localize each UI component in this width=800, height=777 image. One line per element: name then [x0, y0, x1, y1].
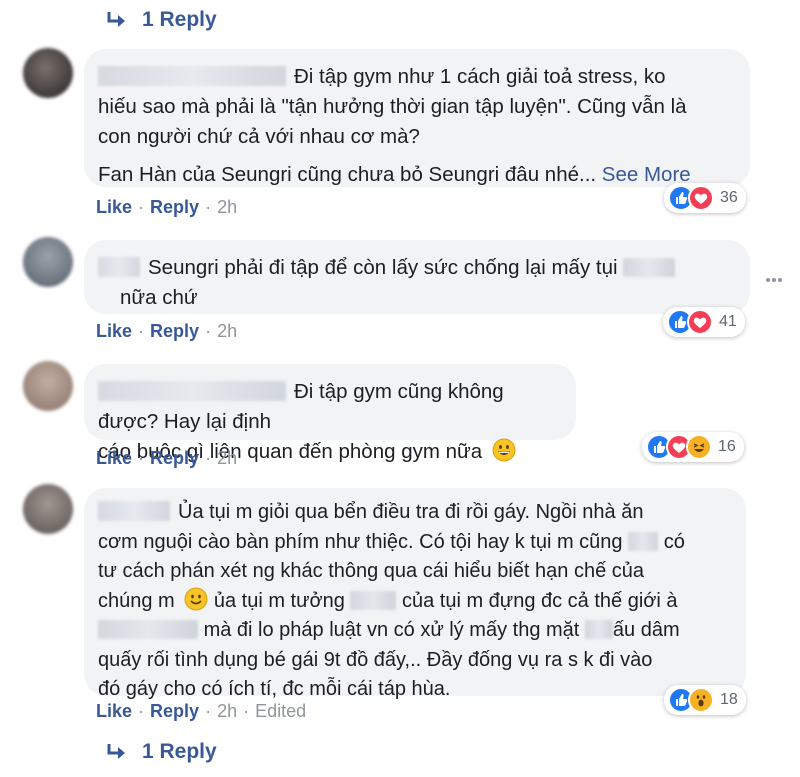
like-button[interactable]: Like [96, 448, 132, 469]
reply-button[interactable]: Reply [150, 321, 199, 342]
timestamp[interactable]: 2h [217, 448, 237, 469]
comment-bubble: Đi tập gym cũng không được? Hay lại định… [84, 364, 576, 463]
commenter-name[interactable] [98, 381, 286, 401]
redacted-text [623, 258, 676, 277]
separator: · [138, 701, 145, 721]
separator: · [205, 197, 212, 217]
comment-actions: Like · Reply · 2h [96, 197, 237, 218]
comment-actions: Like · Reply · 2h [96, 448, 237, 469]
comment-actions: Like · Reply · 2h [96, 321, 237, 342]
separator: · [243, 701, 250, 721]
commenter-name[interactable] [98, 66, 286, 86]
redacted-text [98, 620, 198, 639]
timestamp[interactable]: 2h [217, 321, 237, 342]
reaction-summary[interactable]: 18 [664, 685, 746, 715]
timestamp[interactable]: 2h [217, 197, 237, 218]
separator: · [205, 701, 212, 721]
avatar[interactable] [23, 361, 73, 411]
timestamp[interactable]: 2h [217, 701, 237, 722]
separator: · [138, 321, 145, 341]
love-icon [688, 185, 714, 211]
comment-text-line: có [663, 530, 685, 553]
commenter-name[interactable] [98, 257, 140, 277]
comment-text-line: ấu dâm [612, 619, 680, 641]
love-icon [687, 309, 713, 335]
redacted-text [584, 620, 613, 639]
like-button[interactable]: Like [96, 321, 132, 342]
comment-text-line: quấy rối tình dụng bé gái 9t đồ đấy,.. Đ… [98, 648, 653, 671]
reply-button[interactable]: Reply [150, 701, 199, 722]
wow-icon [688, 687, 714, 713]
comment-text-line: nữa chứ [120, 286, 198, 309]
commenter-name[interactable] [98, 501, 170, 521]
comment-bubble: Seungri phải đi tập để còn lấy sức chống… [84, 240, 750, 314]
separator: · [138, 197, 145, 217]
avatar[interactable] [23, 484, 73, 534]
like-button[interactable]: Like [96, 197, 132, 218]
comment-text-line: chúng m [98, 589, 175, 612]
reaction-count: 41 [719, 313, 737, 330]
comment-text-line: Seungri phải đi tập để còn lấy sức chống… [148, 256, 618, 279]
view-replies-link-bottom[interactable]: 1 Reply [106, 740, 217, 764]
comment-text-line: mà đi lo pháp luật vn có xử lý mấy thg m… [203, 619, 580, 641]
more-options-icon[interactable] [764, 270, 784, 290]
avatar[interactable] [23, 48, 73, 98]
comment-text-line: tư cách phán xét ng khác thông qua cái h… [98, 560, 644, 582]
edited-label[interactable]: Edited [255, 701, 306, 722]
reply-button[interactable]: Reply [150, 448, 199, 469]
comment-text-line: của tụi m đựng đc cả thế giới à [401, 589, 678, 612]
comment-bubble: Đi tập gym như 1 cách giải toả stress, k… [84, 49, 750, 187]
comment-text-line: con người chứ cả với nhau cơ mà? [98, 125, 420, 148]
haha-icon [686, 434, 712, 460]
redacted-text [628, 531, 659, 551]
reply-arrow-icon [107, 744, 125, 759]
like-button[interactable]: Like [96, 701, 132, 722]
reaction-count: 16 [718, 438, 736, 455]
comment-text-line: Đi tập gym như 1 cách giải toả stress, k… [294, 65, 666, 88]
comment-text-line: Ủa tụi m giỏi qua bển điều tra đi rồi gá… [178, 501, 644, 523]
view-replies-label: 1 Reply [142, 740, 217, 763]
reaction-summary[interactable]: 36 [664, 183, 746, 213]
separator: · [205, 448, 212, 468]
reaction-summary[interactable]: 41 [663, 307, 745, 337]
reply-button[interactable]: Reply [150, 197, 199, 218]
comment-bubble: Ủa tụi m giỏi qua bển điều tra đi rồi gá… [84, 488, 746, 700]
smiling-emoji-icon [184, 587, 208, 610]
comment-text-line: cơm nguội cào bàn phím như thiệc. Có tội… [98, 530, 623, 553]
grinning-emoji-icon [492, 438, 516, 462]
reaction-summary[interactable]: 16 [642, 432, 744, 462]
comment-text-line: Fan Hàn của Seungri cũng chưa bỏ Seungri… [98, 163, 597, 186]
redacted-text [350, 590, 397, 610]
view-replies-label: 1 Reply [142, 8, 217, 31]
separator: · [138, 448, 145, 468]
comment-actions: Like · Reply · 2h · Edited [96, 701, 306, 722]
separator: · [205, 321, 212, 341]
reaction-count: 36 [720, 189, 738, 206]
reaction-count: 18 [720, 691, 738, 708]
comment-text-line: ủa tụi m tưởng [213, 589, 345, 612]
reply-arrow-icon [107, 12, 125, 27]
avatar[interactable] [23, 237, 73, 287]
comment-text-line: hiếu sao mà phải là "tận hưởng thời gian… [98, 95, 687, 118]
view-replies-link-top[interactable]: 1 Reply [106, 8, 217, 32]
